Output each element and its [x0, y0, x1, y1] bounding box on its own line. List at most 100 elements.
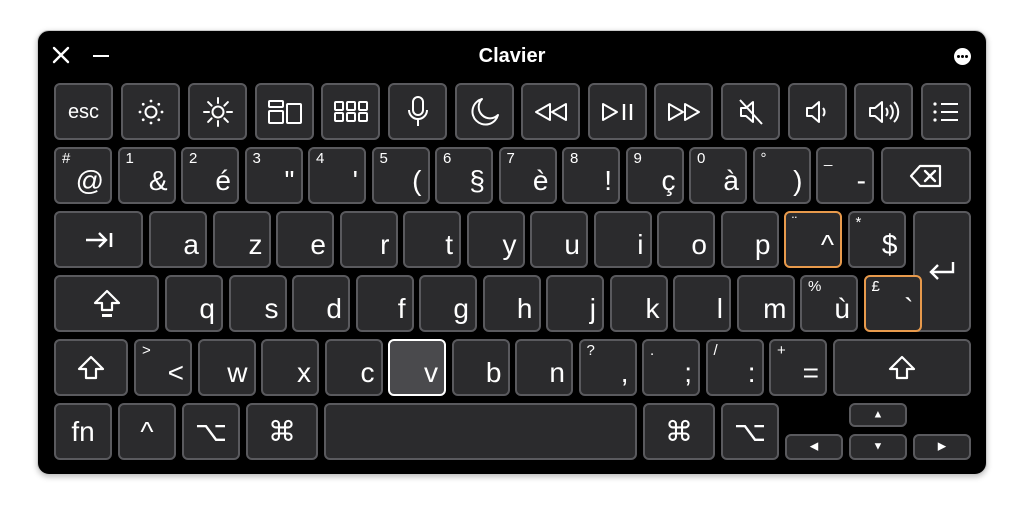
arrow-up-key[interactable]: ▲: [849, 403, 907, 427]
focus-key[interactable]: [455, 83, 514, 140]
key-label: v: [424, 357, 438, 388]
key-9[interactable]: ! 8: [562, 147, 620, 204]
key-u[interactable]: u: [530, 211, 588, 268]
key-l[interactable]: l: [673, 275, 731, 332]
key-label: n: [549, 357, 565, 388]
key-secondary-label: #: [62, 150, 71, 167]
key-label: ^: [140, 415, 154, 447]
key-y[interactable]: y: [466, 211, 525, 268]
key-;[interactable]: ;.: [642, 339, 700, 396]
key-v[interactable]: v: [388, 339, 446, 396]
fn-key[interactable]: fn: [54, 403, 112, 460]
brightness-down-key[interactable]: [121, 83, 180, 140]
key-6[interactable]: (5: [371, 147, 430, 204]
right-shift-key[interactable]: [833, 339, 971, 396]
rewind-key[interactable]: [521, 83, 580, 140]
key-11[interactable]: à0: [689, 147, 747, 204]
key-h[interactable]: h: [482, 275, 541, 332]
key-n[interactable]: n: [515, 339, 573, 396]
key-k[interactable]: k: [609, 275, 668, 332]
key-q[interactable]: q: [165, 275, 223, 332]
esc-key[interactable]: esc: [54, 83, 113, 140]
arrow-down-key[interactable]: ▼: [849, 434, 907, 460]
key-secondary-label: 6: [443, 150, 452, 167]
key-`[interactable]: ` £: [863, 275, 922, 332]
key-secondary-label: 8: [570, 150, 579, 167]
key-2[interactable]: & 1: [117, 147, 176, 204]
key-label: ◀: [809, 440, 819, 453]
key-1[interactable]: @ #: [54, 147, 112, 204]
dictation-key[interactable]: [388, 83, 447, 140]
tab-key[interactable]: [54, 211, 143, 268]
key-g[interactable]: g: [419, 275, 477, 332]
key-10[interactable]: ç9: [625, 147, 684, 204]
key-5[interactable]: ' 4: [308, 147, 366, 204]
arrow-right-key[interactable]: ▶: [913, 434, 971, 460]
key-label: ▼: [872, 440, 884, 453]
mute-key[interactable]: [721, 83, 780, 140]
list-key[interactable]: [921, 83, 971, 140]
key-<[interactable]: < >: [134, 339, 192, 396]
key-p[interactable]: p: [720, 211, 779, 268]
volume-up-key[interactable]: [854, 83, 913, 140]
key-r[interactable]: r: [339, 211, 398, 268]
key-label: (: [412, 165, 422, 196]
key-ù[interactable]: ù%: [800, 275, 858, 332]
left-option-key[interactable]: ⌥: [182, 403, 240, 460]
key-s[interactable]: s: [228, 275, 287, 332]
key-label: &: [148, 165, 168, 196]
key-4[interactable]: " 3: [244, 147, 303, 204]
control-key[interactable]: ^: [118, 403, 176, 460]
key-b[interactable]: b: [451, 339, 510, 396]
key-label: e: [310, 229, 326, 260]
key-o[interactable]: o: [657, 211, 715, 268]
key-8[interactable]: è7: [498, 147, 557, 204]
key-label: :: [747, 357, 756, 388]
key-label: w: [227, 357, 248, 388]
key-:[interactable]: : /: [705, 339, 764, 396]
key-13[interactable]: - _: [816, 147, 874, 204]
key-f[interactable]: f: [355, 275, 414, 332]
key-t[interactable]: t: [403, 211, 461, 268]
key-i[interactable]: i: [593, 211, 652, 268]
key-w[interactable]: w: [197, 339, 256, 396]
key-7[interactable]: § 6: [435, 147, 493, 204]
key-label: p: [754, 229, 771, 260]
key-label: <: [167, 357, 184, 388]
brightness-up-key[interactable]: [188, 83, 247, 140]
delete-key[interactable]: [881, 147, 971, 204]
key-d[interactable]: d: [292, 275, 350, 332]
key-,[interactable]: ,?: [578, 339, 637, 396]
key-^[interactable]: ^ ¨: [784, 211, 842, 268]
caps-lock-key[interactable]: [54, 275, 159, 332]
play-pause-key[interactable]: [588, 83, 647, 140]
mission-control-key[interactable]: [255, 83, 314, 140]
key-label: ⌘: [268, 415, 296, 447]
return-key[interactable]: [913, 211, 971, 332]
key-label: m: [763, 293, 787, 324]
key-3[interactable]: é2: [181, 147, 239, 204]
volume-down-key[interactable]: [788, 83, 847, 140]
key-j[interactable]: j: [546, 275, 604, 332]
key-label: z: [248, 229, 263, 260]
fast-forward-key[interactable]: [654, 83, 713, 140]
key-=[interactable]: = +: [769, 339, 827, 396]
key-12[interactable]: ) °: [752, 147, 811, 204]
key-e[interactable]: e: [276, 211, 334, 268]
key-m[interactable]: m: [736, 275, 795, 332]
right-command-key[interactable]: ⌘: [643, 403, 715, 460]
left-shift-key[interactable]: [54, 339, 128, 396]
right-option-key[interactable]: ⌥: [721, 403, 779, 460]
key-x[interactable]: x: [261, 339, 319, 396]
key-$[interactable]: $ *: [847, 211, 906, 268]
key-label: ▲: [872, 408, 884, 421]
key-a[interactable]: a: [149, 211, 207, 268]
left-command-key[interactable]: ⌘: [246, 403, 318, 460]
key-secondary-label: /: [713, 342, 718, 359]
key-z[interactable]: z: [212, 211, 271, 268]
space-key[interactable]: [324, 403, 637, 460]
key-c[interactable]: c: [324, 339, 383, 396]
launchpad-key[interactable]: [321, 83, 380, 140]
arrow-left-key[interactable]: ◀: [785, 434, 843, 460]
key-secondary-label: _: [824, 150, 833, 167]
